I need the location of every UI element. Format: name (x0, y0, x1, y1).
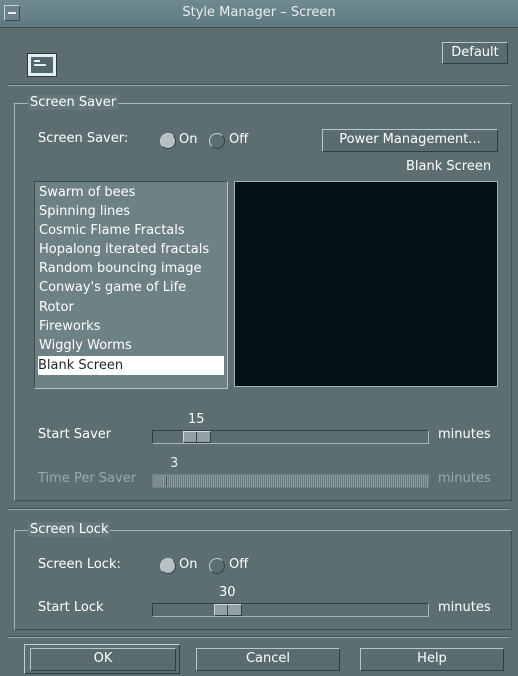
screen-lock-on-label[interactable]: On (179, 557, 197, 572)
top-divider (8, 84, 510, 86)
screen-lock-toggle-label: Screen Lock: (38, 557, 121, 572)
mid-divider (8, 508, 510, 510)
start-lock-unit: minutes (438, 600, 491, 615)
list-item[interactable]: Hopalong iterated fractals (39, 240, 225, 259)
time-per-saver-label: Time Per Saver (38, 471, 137, 486)
list-item[interactable]: Fireworks (39, 317, 225, 336)
screen-saver-on-radio[interactable] (160, 133, 176, 149)
list-item[interactable]: Cosmic Flame Fractals (39, 221, 225, 240)
screen-lock-off-label[interactable]: Off (229, 557, 248, 572)
list-item[interactable]: Rotor (39, 298, 225, 317)
help-button[interactable]: Help (360, 648, 504, 671)
start-saver-slider[interactable] (152, 430, 429, 444)
preview-label: Blank Screen (406, 159, 492, 174)
list-item[interactable]: Spinning lines (39, 202, 225, 221)
screen-lock-off-radio[interactable] (209, 558, 225, 574)
time-per-saver-slider (152, 474, 429, 488)
ok-button[interactable]: OK (30, 648, 176, 671)
start-lock-slider-thumb[interactable] (214, 604, 242, 616)
time-per-saver-value: 3 (170, 456, 179, 471)
start-lock-label: Start Lock (38, 600, 104, 615)
default-button[interactable]: Default (442, 42, 508, 64)
screen-saver-off-radio[interactable] (209, 133, 225, 149)
list-item[interactable]: Wiggly Worms (39, 336, 225, 355)
start-saver-label: Start Saver (38, 427, 112, 442)
time-per-saver-slider-thumb (153, 475, 167, 487)
start-lock-value: 30 (219, 585, 236, 600)
list-item[interactable]: Swarm of bees (39, 183, 225, 202)
start-saver-value: 15 (188, 412, 205, 427)
screen-saver-toggle-label: Screen Saver: (38, 131, 129, 146)
list-item[interactable]: Random bouncing image (39, 259, 225, 278)
monitor-icon (27, 53, 57, 77)
screen-saver-on-label[interactable]: On (179, 132, 197, 147)
screen-saver-group-label: Screen Saver (28, 95, 119, 110)
start-saver-slider-thumb[interactable] (183, 431, 211, 443)
screen-lock-on-radio[interactable] (160, 558, 176, 574)
start-saver-unit: minutes (438, 427, 491, 442)
power-management-button[interactable]: Power Management... (322, 129, 498, 152)
list-item-selected[interactable]: Blank Screen (38, 356, 224, 375)
cancel-button[interactable]: Cancel (196, 648, 340, 671)
screen-lock-group-label: Screen Lock (28, 522, 111, 537)
screen-saver-off-label[interactable]: Off (229, 132, 248, 147)
screen-saver-preview (234, 181, 498, 387)
bottom-divider (8, 636, 510, 638)
screen-saver-list[interactable]: Swarm of bees Spinning lines Cosmic Flam… (34, 181, 228, 389)
time-per-saver-unit: minutes (438, 471, 491, 486)
window-title: Style Manager – Screen (182, 5, 336, 20)
list-item[interactable]: Conway's game of Life (39, 278, 225, 297)
title-bar[interactable]: Style Manager – Screen (0, 0, 518, 28)
start-lock-slider[interactable] (152, 603, 429, 617)
